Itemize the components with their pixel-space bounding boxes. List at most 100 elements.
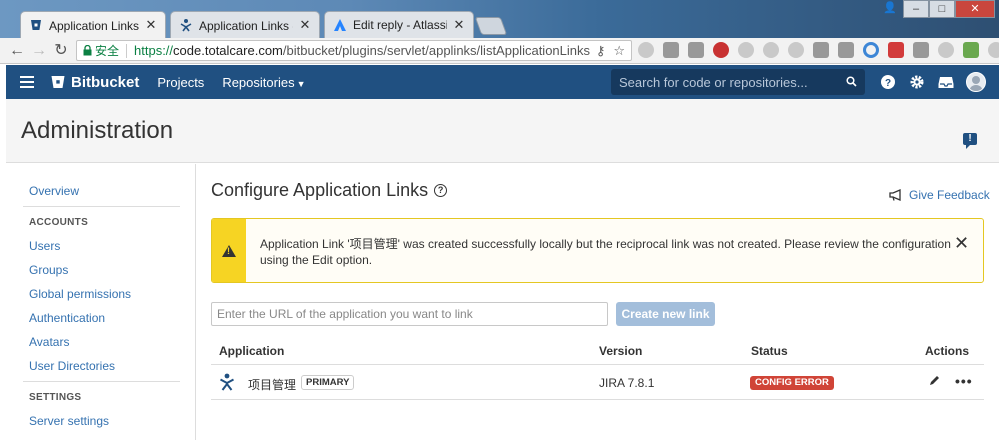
extensions-bar (638, 42, 999, 58)
give-feedback-link[interactable]: Give Feedback (889, 188, 990, 202)
application-name[interactable]: 项目管理 (248, 376, 296, 393)
megaphone-icon (889, 189, 901, 201)
extension-icon[interactable] (788, 42, 804, 58)
application-version: JIRA 7.8.1 (599, 376, 655, 390)
back-icon[interactable]: ← (6, 39, 28, 63)
jira-favicon-icon (179, 18, 193, 32)
adblock-icon[interactable] (713, 42, 729, 58)
sidebar-item-user-directories[interactable]: User Directories (29, 359, 115, 373)
feedback-icon[interactable]: ! (963, 133, 977, 149)
secure-indicator[interactable]: 安全 (83, 42, 119, 59)
new-tab-button[interactable] (474, 17, 508, 35)
menu-icon[interactable] (20, 73, 34, 91)
browser-tab-title: Application Links - 项目 (199, 18, 293, 33)
atlassian-favicon-icon (333, 18, 347, 32)
user-profile-icon[interactable]: 👤 (877, 0, 903, 18)
forward-icon[interactable]: → (28, 39, 50, 63)
window-controls: 👤 – □ ✕ (877, 0, 995, 18)
tab-close-icon[interactable]: ✕ (145, 17, 157, 33)
maximize-button[interactable]: □ (929, 0, 955, 18)
sidebar-divider (23, 206, 180, 207)
address-separator (126, 43, 128, 58)
warning-strip (212, 219, 246, 282)
browser-tab-title: Edit reply - Atlassian C (353, 18, 447, 32)
section-title: Configure Application Links ? (211, 180, 448, 201)
extension-icon[interactable] (863, 42, 879, 58)
close-icon[interactable]: ✕ (954, 233, 969, 254)
extension-icon[interactable] (663, 42, 679, 58)
reload-icon[interactable]: ↻ (50, 39, 72, 63)
column-header-application: Application (219, 344, 285, 358)
extension-icon[interactable] (688, 42, 704, 58)
table-header-divider (211, 364, 984, 365)
page-title: Administration (21, 117, 174, 144)
minimize-button[interactable]: – (903, 0, 929, 18)
question-icon[interactable]: ? (434, 184, 448, 197)
extension-icon[interactable] (738, 42, 754, 58)
sidebar-item-authentication[interactable]: Authentication (29, 311, 105, 325)
extension-icon[interactable] (988, 42, 999, 58)
tab-close-icon[interactable]: ✕ (299, 17, 311, 33)
browser-tab-1[interactable]: Application Links - 代码 ✕ (20, 11, 166, 38)
column-header-version: Version (599, 344, 643, 358)
search-box[interactable]: Search for code or repositories... (611, 69, 865, 95)
nav-projects-label: Projects (157, 74, 205, 90)
sidebar-item-avatars[interactable]: Avatars (29, 335, 69, 349)
chevron-down-icon: ▼ (296, 78, 306, 89)
more-actions-icon[interactable]: ••• (955, 374, 973, 388)
browser-tab-3[interactable]: Edit reply - Atlassian C ✕ (324, 11, 474, 38)
sidebar-item-server-settings[interactable]: Server settings (29, 414, 109, 428)
url-scheme: https:// (134, 43, 174, 58)
browser-tab-title: Application Links - 代码 (49, 18, 139, 33)
sidebar-item-overview[interactable]: Overview (29, 184, 79, 198)
page-header: Administration ! (6, 99, 999, 163)
application-url-input[interactable] (211, 302, 608, 326)
primary-badge: PRIMARY (301, 375, 355, 390)
window-close-button[interactable]: ✕ (955, 0, 995, 18)
column-header-status: Status (751, 344, 788, 358)
address-bar[interactable]: 安全 https://code.totalcare.com/bitbucket/… (76, 40, 632, 61)
extension-icon[interactable] (763, 42, 779, 58)
nav-repositories[interactable]: Repositories ▼ (222, 75, 305, 90)
browser-toolbar: ← → ↻ 安全 https://code.totalcare.com/bitb… (0, 38, 999, 64)
jira-app-icon (220, 373, 234, 391)
inbox-icon[interactable] (937, 73, 955, 91)
tab-close-icon[interactable]: ✕ (453, 17, 465, 33)
extension-icon[interactable] (913, 42, 929, 58)
browser-tab-2[interactable]: Application Links - 项目 ✕ (170, 11, 320, 38)
gear-icon[interactable] (908, 73, 926, 91)
warning-message: Application Link '项目管理' was created succ… (211, 218, 984, 283)
bookmark-star-icon[interactable]: ☆ (613, 43, 625, 59)
bitbucket-logo-icon (51, 76, 65, 88)
app-header: Bitbucket Projects Repositories ▼ Search … (6, 65, 999, 99)
sidebar-heading-accounts: ACCOUNTS (29, 217, 89, 228)
sidebar-item-groups[interactable]: Groups (29, 263, 68, 277)
bitbucket-logo[interactable]: Bitbucket (50, 74, 139, 91)
extension-icon[interactable] (638, 42, 654, 58)
bitbucket-favicon-icon (29, 18, 43, 32)
browser-tabstrip: Application Links - 代码 ✕ Application Lin… (0, 0, 999, 38)
url-host: code.totalcare.com (173, 43, 283, 58)
lock-icon (83, 45, 92, 56)
url-path: /bitbucket/plugins/servlet/applinks/list… (282, 43, 590, 58)
secure-label: 安全 (95, 44, 120, 58)
sidebar-divider (23, 381, 180, 382)
nav-projects[interactable]: Projects (157, 75, 204, 90)
pencil-icon[interactable] (928, 375, 940, 387)
avatar[interactable] (966, 72, 986, 92)
extension-icon[interactable] (963, 42, 979, 58)
give-feedback-label: Give Feedback (909, 188, 990, 202)
help-icon[interactable]: ? (879, 73, 897, 91)
extension-icon[interactable] (838, 42, 854, 58)
key-icon[interactable]: ⚷ (596, 43, 606, 59)
sidebar-item-users[interactable]: Users (29, 239, 60, 253)
extension-icon[interactable] (888, 42, 904, 58)
extension-icon[interactable] (813, 42, 829, 58)
warning-text: Application Link '项目管理' was created succ… (260, 237, 951, 267)
column-header-actions: Actions (925, 344, 970, 358)
extension-icon[interactable] (938, 42, 954, 58)
search-icon[interactable] (846, 75, 857, 90)
create-new-link-button[interactable]: Create new link (616, 302, 715, 326)
sidebar-item-global-permissions[interactable]: Global permissions (29, 287, 131, 301)
section-title-text: Configure Application Links (211, 180, 429, 200)
